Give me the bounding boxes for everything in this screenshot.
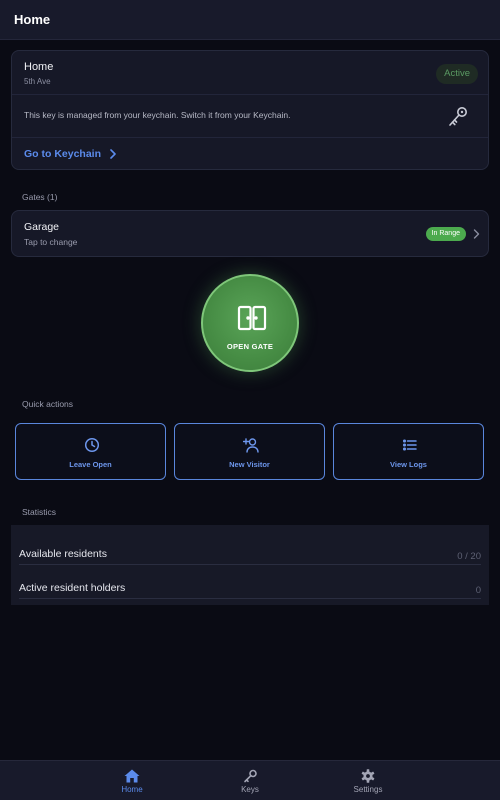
statistics-panel: Available residents 0 / 20 Active reside…: [11, 525, 489, 605]
home-name: Home: [24, 61, 54, 73]
stat-row: Active resident holders 0: [11, 565, 489, 599]
top-bar: Home: [0, 0, 500, 40]
tab-settings[interactable]: Settings: [328, 761, 408, 800]
view-logs-button[interactable]: View Logs: [333, 423, 484, 480]
list-icon: [402, 439, 417, 451]
stat-label: Active resident holders: [19, 582, 126, 594]
gate-item-garage[interactable]: Garage Tap to change In Range: [11, 210, 489, 257]
keychain-notice: This key is managed from your keychain. …: [12, 95, 488, 138]
gate-icon: [237, 305, 267, 331]
go-to-keychain-link[interactable]: Go to Keychain: [24, 148, 117, 160]
tab-home[interactable]: Home: [92, 761, 172, 800]
status-badge: Active: [436, 64, 478, 84]
statistics-section-label: Statistics: [22, 507, 57, 517]
view-logs-label: View Logs: [390, 460, 427, 469]
home-address: 5th Ave: [24, 77, 51, 86]
gates-section-label: Gates (1): [22, 192, 58, 202]
new-visitor-button[interactable]: New Visitor: [174, 423, 325, 480]
quick-actions-section-label: Quick actions: [22, 399, 74, 409]
app-root: Home Home 5th Ave Active This key is man…: [0, 0, 500, 800]
home-icon: [124, 769, 140, 783]
home-key-header: Home 5th Ave Active: [12, 51, 488, 95]
page-title: Home: [14, 12, 51, 27]
clock-icon: [84, 437, 100, 453]
stat-value: 0: [475, 585, 481, 596]
stat-value: 0 / 20: [457, 551, 481, 562]
in-range-badge: In Range: [425, 227, 466, 241]
gate-subtitle: Tap to change: [24, 237, 78, 247]
gate-name: Garage: [24, 221, 60, 233]
tab-keys[interactable]: Keys: [210, 761, 290, 800]
chevron-right-icon: [110, 149, 116, 159]
gear-icon: [361, 769, 375, 783]
leave-open-label: Leave Open: [69, 460, 112, 469]
divider: [19, 598, 481, 599]
add-person-icon: [243, 438, 259, 453]
leave-open-button[interactable]: Leave Open: [15, 423, 166, 480]
tab-home-label: Home: [121, 785, 143, 794]
key-icon: [244, 769, 257, 783]
chevron-right-icon: [473, 229, 480, 239]
go-to-keychain-label: Go to Keychain: [24, 148, 102, 160]
open-gate-label: OPEN GATE: [226, 342, 274, 351]
keychain-notice-text: This key is managed from your keychain. …: [24, 110, 291, 120]
stat-label: Available residents: [19, 548, 107, 560]
home-key-card: Home 5th Ave Active This key is managed …: [11, 50, 489, 170]
bottom-tab-bar: Home Keys Settings: [0, 760, 500, 800]
stat-row: Available residents 0 / 20: [11, 531, 489, 565]
tab-keys-label: Keys: [241, 785, 259, 794]
new-visitor-label: New Visitor: [229, 460, 270, 469]
tab-settings-label: Settings: [353, 785, 383, 794]
key-icon: [446, 105, 470, 129]
open-gate-button[interactable]: OPEN GATE: [201, 274, 299, 372]
